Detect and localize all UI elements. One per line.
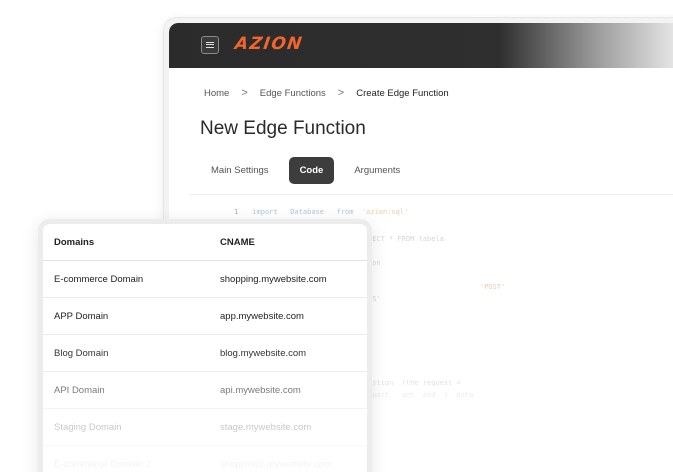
code-keyword: from [336,208,354,216]
chevron-right-icon: > [241,87,248,99]
top-bar: AZION [169,23,673,68]
table-header-row: Domains CNAME [43,224,367,261]
code-keyword: import [252,208,278,216]
breadcrumb: Home > Edge Functions > Create Edge Func… [204,87,449,99]
code-string: 'azion:sql' [361,208,409,216]
breadcrumb-home[interactable]: Home [204,88,229,99]
code-fragment: 'POST' [480,283,506,291]
code-fragment: eport get ahd ( data [368,391,474,399]
tab-main-settings[interactable]: Main Settings [200,157,280,184]
page-title: New Edge Function [200,118,366,139]
table-row[interactable]: APP Domain app.mywebsite.com [43,298,367,335]
domain-name: Blog Domain [54,347,109,359]
domain-name: APP Domain [54,310,109,322]
domain-name: API Domain [54,384,105,396]
code-fragment: LECT * FROM tabela [368,235,444,243]
hamburger-icon [206,42,214,48]
table-row[interactable]: E-commerce Domain shopping.mywebsite.com [43,261,367,298]
tab-bar: Main Settings Code Arguments [200,157,411,184]
table-row[interactable]: Staging Domain stage.mywebsite.com [43,409,367,446]
breadcrumb-current: Create Edge Function [356,87,449,99]
column-header-cname: CNAME [220,236,255,248]
domain-name: E-commerce Domain 2 [54,458,152,470]
domain-cname: shopping.mywebsite.com [220,273,327,285]
chevron-right-icon: > [337,87,345,99]
domain-cname: blog.mywebsite.com [220,347,307,359]
column-header-domains: Domains [54,236,95,248]
domain-cname: app.mywebsite.com [220,310,304,322]
domain-cname: stage.mywebsite.com [220,421,312,433]
hamburger-menu-button[interactable] [201,36,219,54]
code-fragment: nstion (the request = [368,379,465,387]
code-identifier: Database [290,208,324,216]
domain-name: E-commerce Domain [54,273,144,285]
tab-arguments[interactable]: Arguments [343,157,411,184]
azion-logo[interactable]: AZION [234,34,305,54]
table-row[interactable]: Blog Domain blog.mywebsite.com [43,335,367,372]
domain-cname: api.mywebsite.com [220,384,301,396]
table-row[interactable]: API Domain api.mywebsite.com [43,372,367,409]
domain-cname: shopping2.mywebsite.com [220,458,332,470]
tab-code[interactable]: Code [288,157,335,184]
domain-name: Staging Domain [54,421,122,433]
breadcrumb-edge-functions[interactable]: Edge Functions [260,88,326,99]
domains-table-card: Domains CNAME E-commerce Domain shopping… [38,219,372,472]
table-row[interactable]: E-commerce Domain 2 shopping2.mywebsite.… [43,446,367,472]
